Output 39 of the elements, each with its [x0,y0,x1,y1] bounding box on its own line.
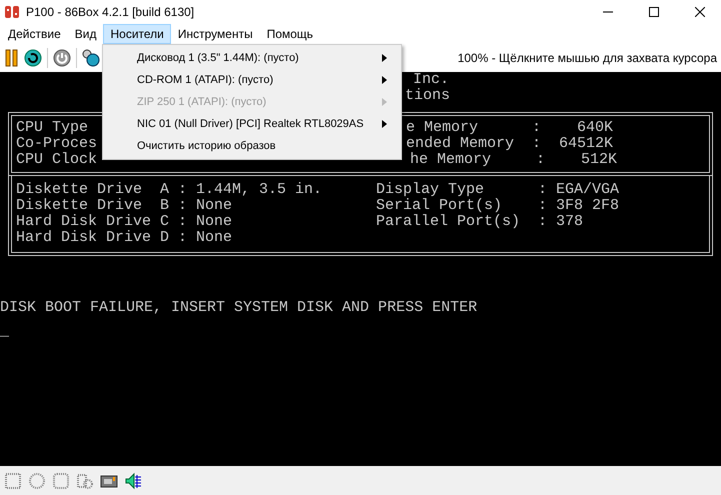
zip-drive-icon[interactable] [52,472,70,490]
menu-option[interactable]: CD-ROM 1 (ATAPI): (пусто) [103,69,401,91]
bios-text: Diskette Drive A : 1.44M, 3.5 in. [16,182,322,198]
menu-item[interactable]: Носители [103,24,171,44]
speaker-icon[interactable] [124,472,142,490]
menu-item[interactable]: Инструменты [170,24,260,44]
menu-item[interactable]: Действие [1,24,68,44]
menu-item[interactable]: Вид [68,24,104,44]
app-logo-icon [4,4,20,20]
bios-text: CPU Type [16,120,88,136]
cd-drive-icon[interactable] [28,472,46,490]
bios-text: tions [405,87,450,104]
bios-text: ended Memory : 64512K [406,136,614,152]
menu-option[interactable]: NIC 01 (Null Driver) [PCI] Realtek RTL8029AS [103,113,401,135]
bios-error-message: DISK BOOT FAILURE, INSERT SYSTEM DISK AND PRESS ENTER [0,299,478,316]
menu-option[interactable]: Очистить историю образов [103,135,401,157]
power-icon[interactable] [53,49,71,67]
bios-text: Hard Disk Drive D : None [16,230,232,246]
menu-item[interactable]: Помощь [260,24,320,44]
menu-option[interactable]: Дисковод 1 (3.5" 1.44M): (пусто) [103,47,401,69]
window-title: P100 - 86Box 4.2.1 [build 6130] [26,5,194,19]
bios-text: Diskette Drive B : None [16,198,232,214]
bios-text: e Memory : 640K [406,120,614,136]
floppy-drive-icon[interactable] [4,472,22,490]
maximize-icon[interactable] [649,7,659,17]
bios-text: Inc. [413,71,450,88]
bios-text: Serial Port(s) : 3F8 2F8 [376,198,620,214]
bios-text: Co-Proces [16,136,98,152]
text-cursor: _ [0,323,10,340]
reset-icon[interactable] [24,49,42,67]
close-icon[interactable] [695,7,705,17]
bios-text: Parallel Port(s) : 378 [376,214,584,230]
bios-text: Hard Disk Drive C : None [16,214,232,230]
pause-icon[interactable] [5,49,19,67]
bios-text: Display Type : EGA/VGA [376,182,620,198]
status-message: 100% - Щёлкните мышью для захвата курсора [458,51,718,65]
hard-disk-icon[interactable] [76,472,94,490]
bios-text: he Memory : 512K [410,152,618,168]
bios-text: CPU Clock [16,152,98,168]
